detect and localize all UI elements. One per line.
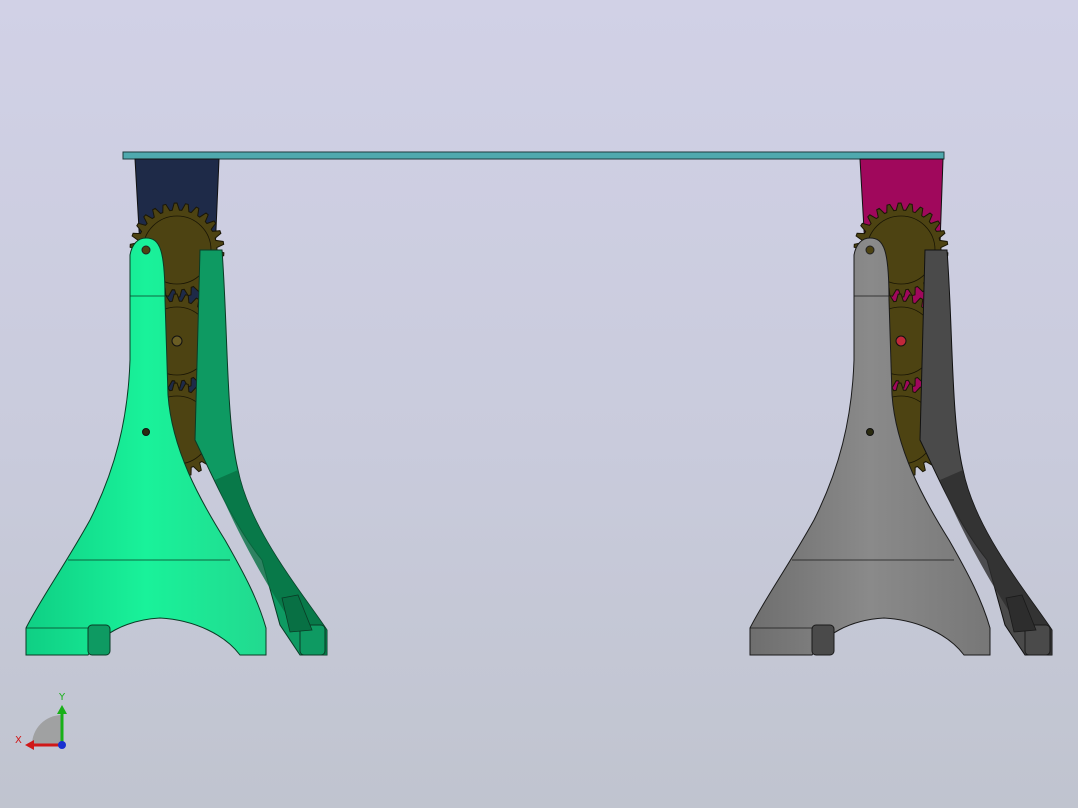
right-foot-front[interactable]	[811, 624, 835, 656]
left-support-assembly[interactable]	[25, 158, 328, 656]
left-pivot-pin[interactable]	[141, 245, 151, 255]
left-foot-front[interactable]	[87, 624, 111, 656]
right-body-hole	[866, 428, 874, 436]
triad-y-label: Y	[58, 692, 66, 703]
right-gear-2-pin[interactable]	[895, 335, 907, 347]
left-gear-2-pin[interactable]	[171, 335, 183, 347]
triad-z-axis	[58, 741, 66, 749]
triad-x-label: X	[15, 735, 22, 746]
3d-viewport[interactable]: X Y	[0, 0, 1078, 808]
orientation-triad[interactable]: X Y	[15, 692, 67, 750]
triad-x-arrow	[25, 740, 34, 750]
triad-y-arrow	[57, 705, 67, 714]
left-body-hole	[142, 428, 150, 436]
right-pivot-pin[interactable]	[865, 245, 875, 255]
right-support-assembly[interactable]	[749, 158, 1053, 656]
top-rail[interactable]	[122, 151, 945, 160]
triad-quarter-disc	[32, 715, 62, 745]
